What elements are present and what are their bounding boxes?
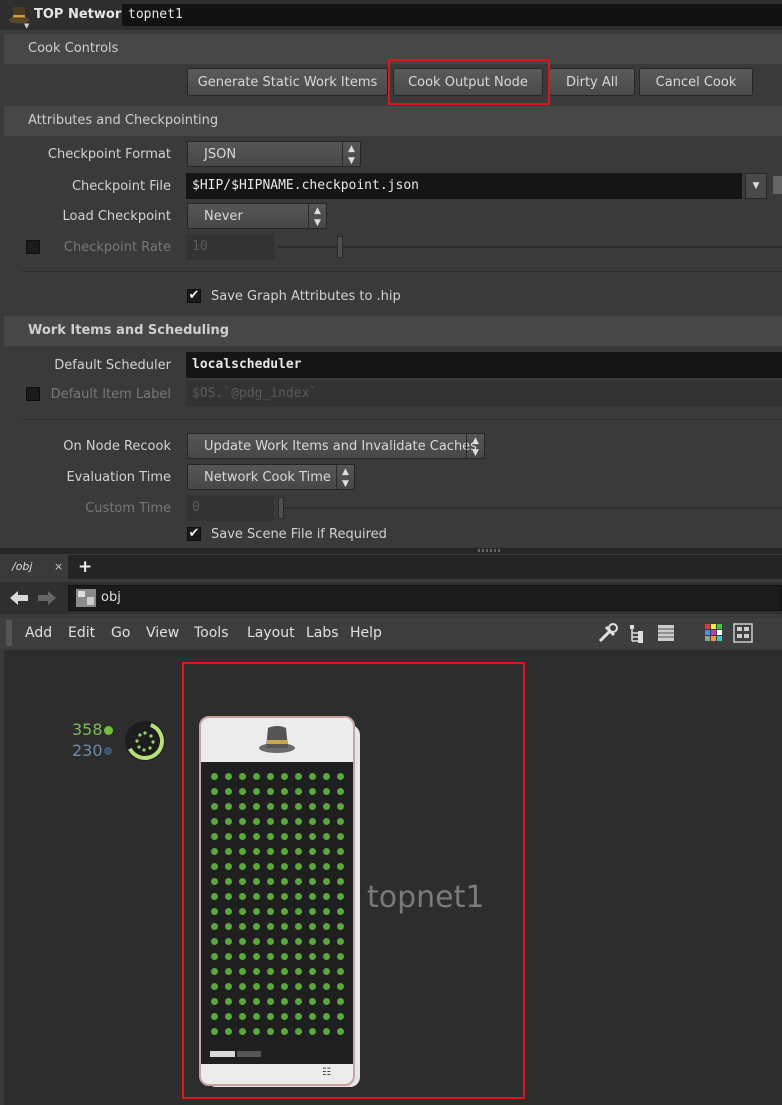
obj-network-icon xyxy=(76,589,96,607)
save-scene-file-checkbox[interactable]: ✔ xyxy=(187,527,201,541)
work-items-scheduling-section[interactable]: Work Items and Scheduling xyxy=(4,316,782,346)
color-palette-icon[interactable] xyxy=(704,623,724,643)
menu-arrows-icon: ▲ ▼ xyxy=(342,142,360,166)
file-browse-icon[interactable] xyxy=(773,176,782,194)
node-type-label: TOP Network xyxy=(34,7,130,22)
progress-ring-icon xyxy=(125,721,165,761)
load-checkpoint-menu[interactable]: Never ▲ ▼ xyxy=(187,203,327,229)
save-graph-attributes-checkbox[interactable]: ✔ xyxy=(187,289,201,303)
divider xyxy=(22,271,782,272)
pending-status-icon xyxy=(104,747,112,755)
divider xyxy=(22,419,782,420)
node-name-field[interactable]: topnet1 xyxy=(122,4,782,26)
work-item-count-pending: 230 xyxy=(72,741,103,760)
checkpoint-rate-slider-handle[interactable] xyxy=(337,236,343,258)
default-scheduler-field[interactable]: localscheduler xyxy=(186,352,782,378)
dirty-all-button[interactable]: Dirty All xyxy=(549,68,635,96)
menu-view[interactable]: View xyxy=(146,625,179,641)
save-graph-attributes-label: Save Graph Attributes to .hip xyxy=(211,289,401,304)
network-tab-bar xyxy=(4,555,782,579)
menu-bar-handle[interactable] xyxy=(6,620,12,646)
forward-arrow-icon[interactable] xyxy=(36,589,58,607)
wrench-tools-icon[interactable] xyxy=(597,622,619,644)
menu-layout[interactable]: Layout xyxy=(247,625,295,641)
on-node-recook-value: Update Work Items and Invalidate Caches xyxy=(204,439,477,454)
back-arrow-icon[interactable] xyxy=(8,589,30,607)
checkpoint-rate-slider-track[interactable] xyxy=(278,246,782,248)
evaluation-time-menu[interactable]: Network Cook Time ▲ ▼ xyxy=(187,464,355,490)
generate-static-work-items-button[interactable]: Generate Static Work Items xyxy=(187,68,388,96)
checkpoint-file-label: Checkpoint File xyxy=(71,179,171,194)
path-text: obj xyxy=(101,590,121,605)
evaluation-time-value: Network Cook Time xyxy=(204,470,331,485)
add-tab-button[interactable]: + xyxy=(78,555,92,579)
default-scheduler-label: Default Scheduler xyxy=(54,358,171,373)
menu-arrows-icon: ▲ ▼ xyxy=(336,465,354,489)
pane-splitter[interactable] xyxy=(0,548,782,554)
list-view-icon[interactable] xyxy=(656,622,676,644)
checkpoint-file-field[interactable]: $HIP/$HIPNAME.checkpoint.json xyxy=(186,173,742,199)
checkpoint-rate-label: Checkpoint Rate xyxy=(63,240,171,255)
on-node-recook-menu[interactable]: Update Work Items and Invalidate Caches … xyxy=(187,433,485,459)
menu-labs[interactable]: Labs xyxy=(306,625,339,641)
checkpoint-format-menu[interactable]: JSON ▲ ▼ xyxy=(187,141,361,167)
node-shapes-icon[interactable] xyxy=(733,623,753,643)
tree-view-icon[interactable] xyxy=(627,622,647,644)
custom-time-slider-track[interactable] xyxy=(278,507,782,509)
menu-go[interactable]: Go xyxy=(111,625,130,641)
custom-time-slider-handle[interactable] xyxy=(278,497,284,519)
tab-obj-label: /obj xyxy=(12,560,33,573)
chevron-down-icon[interactable]: ▼ xyxy=(745,173,767,199)
work-item-count-success: 358 xyxy=(72,720,103,739)
success-status-icon xyxy=(104,726,113,735)
menu-add[interactable]: Add xyxy=(25,625,52,641)
splitter-grip-icon xyxy=(478,549,502,552)
close-icon[interactable]: × xyxy=(54,555,63,579)
default-item-label-label: Default Item Label xyxy=(50,387,171,402)
evaluation-time-label: Evaluation Time xyxy=(66,470,171,485)
save-scene-file-label: Save Scene File if Required xyxy=(211,527,387,542)
menu-arrows-icon: ▲ ▼ xyxy=(466,434,484,458)
path-field[interactable] xyxy=(68,585,782,611)
menu-edit[interactable]: Edit xyxy=(68,625,95,641)
cook-output-highlight-box xyxy=(388,59,550,105)
menu-arrows-icon: ▲ ▼ xyxy=(308,204,326,228)
custom-time-field[interactable]: 0 xyxy=(186,495,274,521)
checkpoint-format-value: JSON xyxy=(204,147,237,162)
load-checkpoint-label: Load Checkpoint xyxy=(62,209,171,224)
checkpoint-rate-field[interactable]: 10 xyxy=(186,234,274,260)
checkpoint-format-label: Checkpoint Format xyxy=(47,147,171,162)
node-highlight-box xyxy=(182,662,525,1099)
on-node-recook-label: On Node Recook xyxy=(63,439,171,454)
load-checkpoint-value: Never xyxy=(204,209,243,224)
menu-help[interactable]: Help xyxy=(350,625,382,641)
custom-time-label: Custom Time xyxy=(85,501,171,516)
attributes-checkpointing-section[interactable]: Attributes and Checkpointing xyxy=(4,106,782,136)
tab-obj[interactable]: /obj × xyxy=(4,555,68,579)
default-item-label-field[interactable]: $OS.`@pdg_index` xyxy=(186,381,782,407)
node-type-dropdown-icon[interactable]: ▼ xyxy=(24,22,29,30)
cancel-cook-button[interactable]: Cancel Cook xyxy=(639,68,753,96)
menu-tools[interactable]: Tools xyxy=(194,625,229,641)
